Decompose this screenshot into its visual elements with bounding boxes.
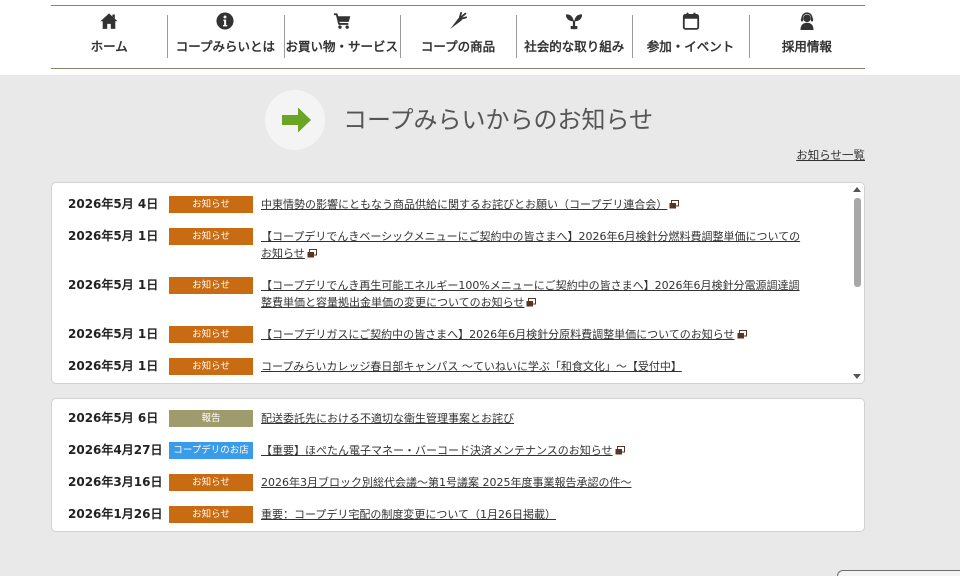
nav-item-social[interactable]: 社会的な取り組み bbox=[516, 6, 632, 68]
nav-label: お買い物・サービス bbox=[285, 39, 398, 54]
nav-item-home[interactable]: ホーム bbox=[51, 6, 167, 68]
scroll-down-arrow[interactable] bbox=[853, 374, 861, 379]
nav-item-products[interactable]: コープの商品 bbox=[399, 6, 516, 68]
category-badge: お知らせ bbox=[169, 505, 253, 523]
staff-icon bbox=[798, 12, 816, 30]
news-link[interactable]: 重要：コープデリ宅配の制度変更について（1月26日掲載） bbox=[261, 506, 556, 523]
news-row: 2026年5月 1日 お知らせ 【コープデリでんきベーシックメニューにご契約中の皆さ… bbox=[52, 220, 864, 269]
category-badge: お知らせ bbox=[169, 325, 253, 343]
category-badge: お知らせ bbox=[169, 195, 253, 213]
category-badge: 報告 bbox=[169, 409, 253, 427]
news-date: 2026年5月 1日 bbox=[68, 228, 159, 243]
news-date: 2026年5月 4日 bbox=[68, 196, 159, 211]
news-title: 【コープデリガスにご契約中の皆さまへ】2026年6月検針分原料費調整単価について… bbox=[261, 327, 735, 341]
nav-label: ホーム bbox=[90, 39, 128, 54]
nav-label: コープみらいとは bbox=[175, 39, 276, 54]
news-date: 2026年3月16日 bbox=[68, 474, 163, 489]
news-row: 2026年5月 1日 お知らせ 【コープデリでんき再生可能エネルギー100%メニュー… bbox=[52, 269, 864, 318]
news-date: 2026年4月27日 bbox=[68, 442, 163, 457]
news-all-link[interactable]: お知らせ一覧 bbox=[796, 147, 865, 163]
news-link[interactable]: 【コープデリでんき再生可能エネルギー100%メニューにご契約中の皆さまへ】202… bbox=[261, 277, 806, 311]
site-header: ホーム コープみらいとは お買い物・サービス コープの商品 社会的な取り組み 参… bbox=[0, 0, 960, 75]
sprout-icon bbox=[565, 12, 583, 30]
heading-badge bbox=[265, 90, 325, 150]
news-row: 2026年1月26日 お知らせ 重要：コープデリ宅配の制度変更について（1月26日掲… bbox=[52, 498, 864, 530]
nav-label: 社会的な取り組み bbox=[524, 39, 625, 54]
nav-label: 採用情報 bbox=[781, 39, 832, 54]
bottom-right-panel-edge bbox=[837, 570, 960, 576]
home-icon bbox=[100, 12, 118, 30]
news-row: 2026年5月 1日 お知らせ コープみらいカレッジ春日部キャンパス 〜ていねいに学… bbox=[52, 350, 864, 382]
news-date: 2026年5月 6日 bbox=[68, 410, 159, 425]
news-link[interactable]: 中東情勢の影響にともなう商品供給に関するお詫びとお願い（コープデリ連合会） bbox=[261, 196, 680, 213]
news-row: 2026年5月 1日 お知らせ 【コープデリガスにご契約中の皆さまへ】2026年6月… bbox=[52, 318, 864, 350]
new-window-icon bbox=[737, 329, 747, 339]
news-title: 【重要】ほぺたん電子マネー・バーコード決済メンテナンスのお知らせ bbox=[261, 443, 613, 457]
category-badge: お知らせ bbox=[169, 357, 253, 375]
category-badge: お知らせ bbox=[169, 227, 253, 245]
news-link[interactable]: 【重要】ほぺたん電子マネー・バーコード決済メンテナンスのお知らせ bbox=[261, 442, 625, 459]
news-box-1: 2026年5月 4日 お知らせ 中東情勢の影響にともなう商品供給に関するお詫びとお願… bbox=[51, 182, 865, 384]
news-link[interactable]: コープみらいカレッジ春日部キャンパス 〜ていねいに学ぶ「和食文化」〜【受付中】 bbox=[261, 358, 682, 375]
news-link[interactable]: 2026年3月ブロック別総代会議〜第1号議案 2025年度事業報告承認の件〜 bbox=[261, 474, 631, 491]
nav-item-recruit[interactable]: 採用情報 bbox=[748, 6, 865, 68]
page-title: コープみらいからのお知らせ bbox=[343, 106, 654, 134]
nav-label: コープの商品 bbox=[420, 39, 496, 54]
news-title: 重要：コープデリ宅配の制度変更について（1月26日掲載） bbox=[261, 507, 557, 521]
global-nav: ホーム コープみらいとは お買い物・サービス コープの商品 社会的な取り組み 参… bbox=[51, 5, 865, 69]
new-window-icon bbox=[669, 199, 680, 209]
news-link[interactable]: 【コープデリでんきベーシックメニューにご契約中の皆さまへ】2026年6月検針分燃… bbox=[261, 228, 806, 262]
info-icon bbox=[216, 12, 234, 30]
news-box-2: 2026年5月 6日 報告 配送委託先における不適切な衛生管理事案とお詫び 2026年… bbox=[51, 398, 865, 532]
news-link[interactable]: 【コープデリガスにご契約中の皆さまへ】2026年6月検針分原料費調整単価について… bbox=[261, 326, 747, 343]
nav-label: 参加・イベント bbox=[646, 39, 735, 54]
news-title: 【コープデリでんきベーシックメニューにご契約中の皆さまへ】2026年6月検針分燃… bbox=[261, 229, 801, 260]
nav-item-about[interactable]: コープみらいとは bbox=[167, 6, 283, 68]
news-list-scrollbar[interactable] bbox=[850, 183, 864, 383]
scroll-up-arrow[interactable] bbox=[853, 187, 861, 192]
news-list: 2026年5月 4日 お知らせ 中東情勢の影響にともなう商品供給に関するお詫びとお願… bbox=[52, 183, 864, 382]
scroll-thumb[interactable] bbox=[854, 198, 861, 287]
news-row: 2026年3月16日 お知らせ 2026年3月ブロック別総代会議〜第1号議案 202… bbox=[52, 466, 864, 498]
news-list: 2026年5月 6日 報告 配送委託先における不適切な衛生管理事案とお詫び 2026年… bbox=[52, 399, 864, 530]
news-title: 2026年3月ブロック別総代会議〜第1号議案 2025年度事業報告承認の件〜 bbox=[261, 475, 632, 489]
news-date: 2026年1月26日 bbox=[68, 506, 163, 521]
news-title: コープみらいカレッジ春日部キャンパス 〜ていねいに学ぶ「和食文化」〜【受付中】 bbox=[261, 359, 682, 373]
arrow-right-icon bbox=[265, 90, 325, 150]
news-date: 2026年5月 1日 bbox=[68, 358, 159, 373]
news-date: 2026年5月 1日 bbox=[68, 277, 159, 292]
new-window-icon bbox=[615, 445, 625, 455]
carrot-icon bbox=[449, 12, 467, 30]
news-row: 2026年4月27日 コープデリのお店 【重要】ほぺたん電子マネー・バーコード決済メ… bbox=[52, 434, 864, 466]
news-row: 2026年5月 6日 報告 配送委託先における不適切な衛生管理事案とお詫び bbox=[52, 402, 864, 434]
new-window-icon bbox=[526, 297, 537, 307]
category-badge: コープデリのお店 bbox=[169, 441, 253, 459]
new-window-icon bbox=[307, 248, 317, 258]
calendar-icon bbox=[682, 12, 700, 30]
cart-icon bbox=[333, 12, 351, 30]
nav-item-shopping[interactable]: お買い物・サービス bbox=[283, 6, 400, 68]
news-title: 配送委託先における不適切な衛生管理事案とお詫び bbox=[261, 411, 514, 425]
nav-item-events[interactable]: 参加・イベント bbox=[632, 6, 748, 68]
category-badge: お知らせ bbox=[169, 276, 253, 294]
news-row: 2026年5月 4日 お知らせ 中東情勢の影響にともなう商品供給に関するお詫びとお願… bbox=[52, 188, 864, 220]
news-title: 中東情勢の影響にともなう商品供給に関するお詫びとお願い（コープデリ連合会） bbox=[261, 197, 668, 211]
news-link[interactable]: 配送委託先における不適切な衛生管理事案とお詫び bbox=[261, 410, 514, 427]
news-date: 2026年5月 1日 bbox=[68, 326, 159, 341]
category-badge: お知らせ bbox=[169, 473, 253, 491]
